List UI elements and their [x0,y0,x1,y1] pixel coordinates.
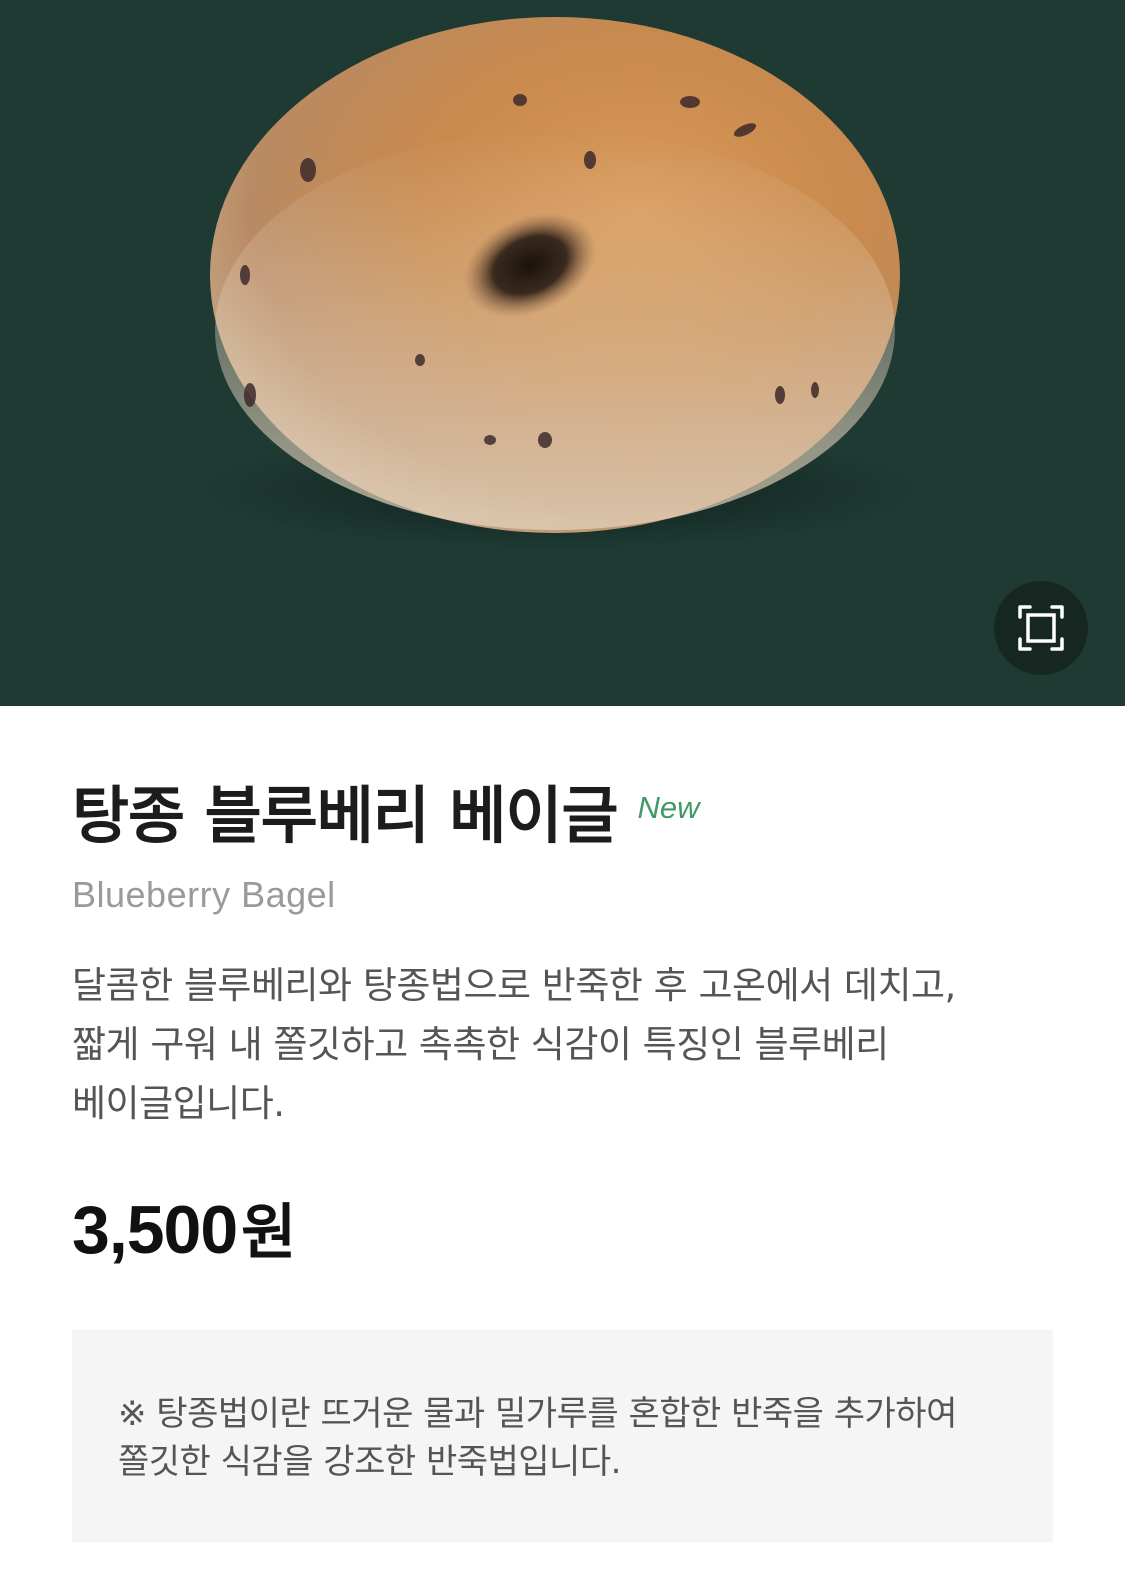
info-note-box: ※ 탕종법이란 뜨거운 물과 밀가루를 혼합한 반죽을 추가하여 쫄깃한 식감을… [72,1330,1053,1542]
price-value: 3,500 [72,1192,238,1268]
new-badge: New [637,790,700,825]
expand-frame-icon [1018,605,1064,651]
product-english-name: Blueberry Bagel [72,874,336,915]
price-unit: 원 [241,1198,296,1268]
product-hero-image [0,0,1125,706]
info-note-text: ※ 탕종법이란 뜨거운 물과 밀가루를 혼합한 반죽을 추가하여 쫄깃한 식감을… [118,1394,957,1482]
product-name: 탕종 블루베리 베이글 [72,779,619,852]
bagel-image [200,17,920,550]
product-description: 달콤한 블루베리와 탕종법으로 반죽한 후 고온에서 데치고, 짧게 구워 내 … [72,964,956,1125]
fullscreen-button[interactable] [994,581,1088,675]
title-row: 탕종 블루베리 베이글 New [72,778,700,854]
product-price: 3,500원 [72,1184,296,1271]
